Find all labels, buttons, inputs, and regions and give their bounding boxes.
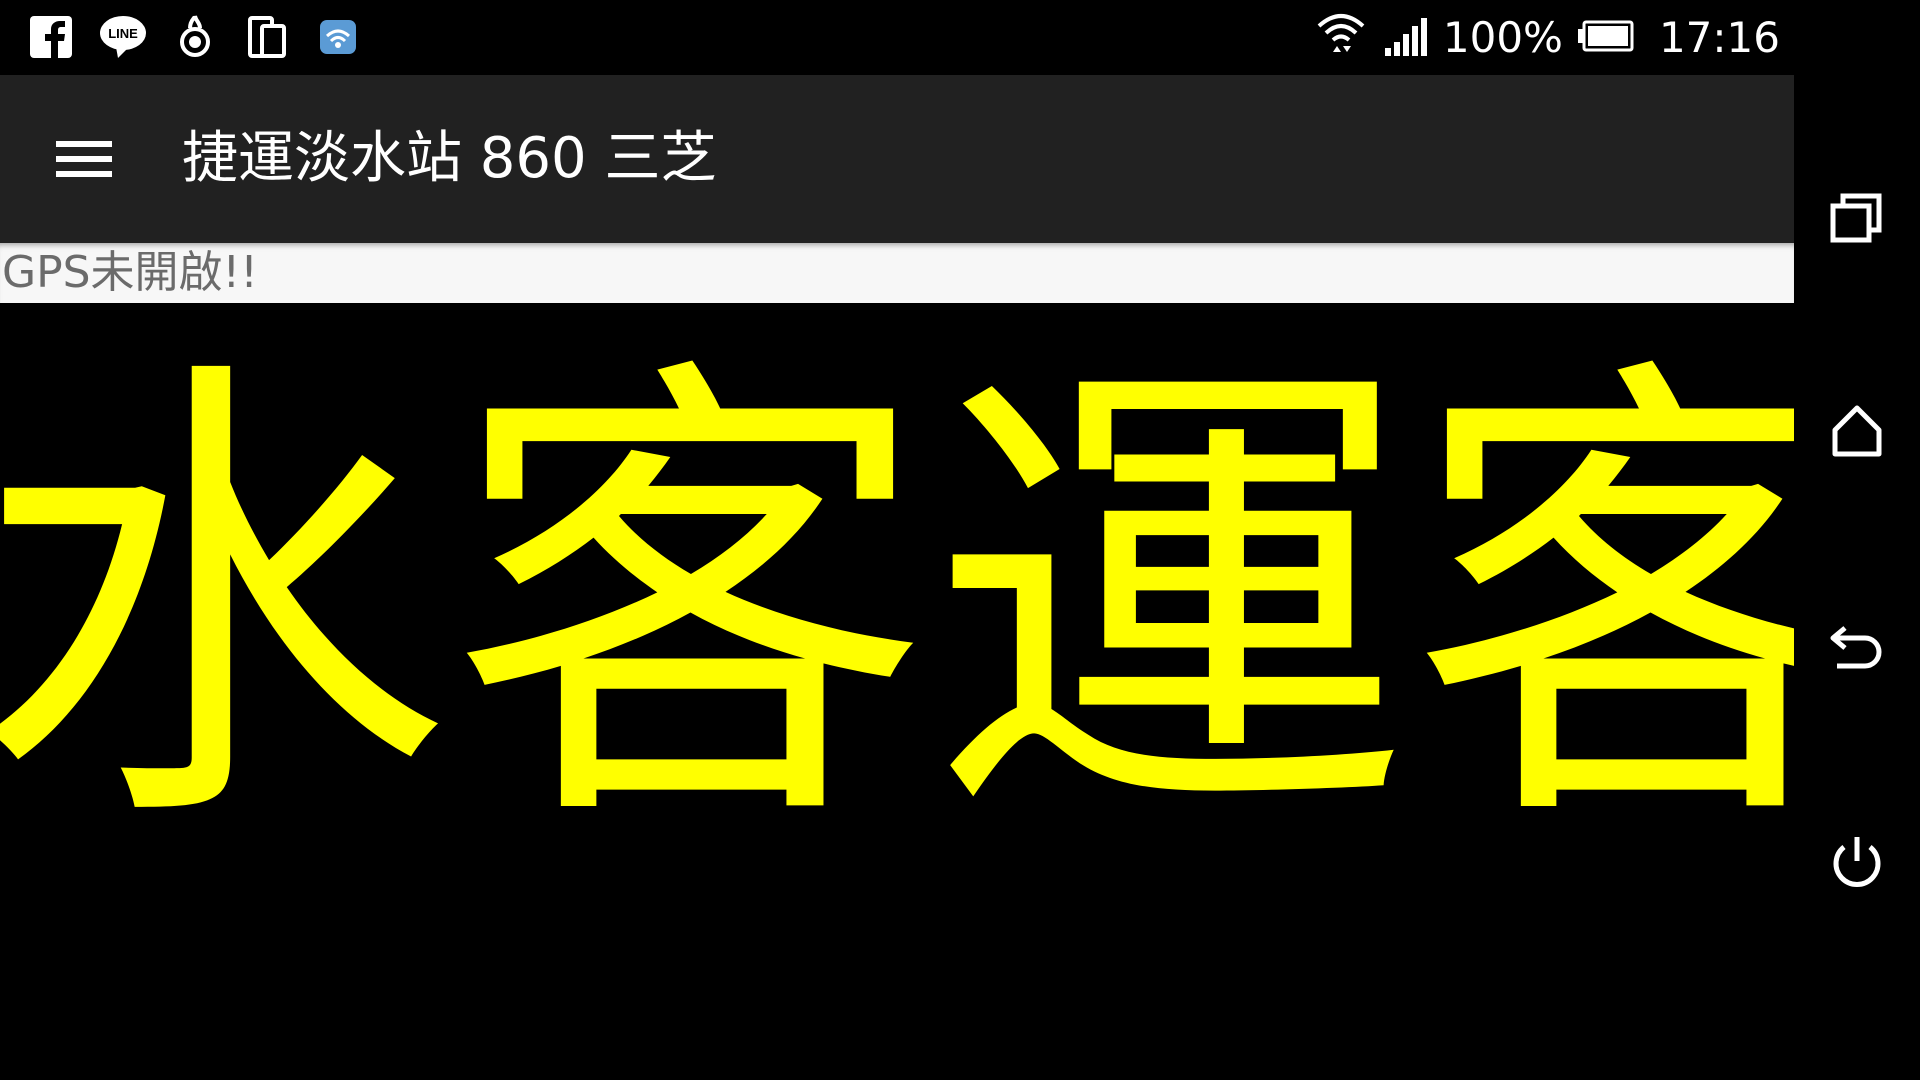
app-bar: 捷運淡水站 860 三芝 bbox=[0, 75, 1794, 243]
gps-status-bar: GPS未開啟!! bbox=[0, 243, 1794, 303]
device-icon bbox=[244, 14, 290, 60]
facebook-icon bbox=[28, 14, 74, 60]
battery-percent: 100% bbox=[1442, 13, 1563, 62]
phone-screen: LINE 100% 17:16 捷運淡水站 860 三芝 GPS未開啟!! 水客… bbox=[0, 0, 1920, 1080]
marquee-display: 水客運客 bbox=[0, 303, 1794, 1080]
recent-apps-button[interactable] bbox=[1821, 180, 1893, 252]
status-bar: LINE 100% 17:16 bbox=[0, 0, 1794, 75]
clock: 17:16 bbox=[1658, 13, 1780, 62]
menu-button[interactable] bbox=[30, 115, 138, 203]
page-title: 捷運淡水站 860 三芝 bbox=[182, 126, 717, 191]
status-bar-right: 100% 17:16 bbox=[1315, 0, 1780, 75]
cell-signal-icon bbox=[1381, 14, 1429, 62]
line-icon: LINE bbox=[98, 14, 146, 60]
line-icon-label: LINE bbox=[108, 26, 138, 41]
app-notification-icon bbox=[172, 14, 218, 60]
back-icon bbox=[1830, 626, 1882, 669]
marquee-text: 水客運客 bbox=[0, 323, 1794, 882]
home-icon bbox=[1832, 405, 1882, 457]
hamburger-menu-icon bbox=[56, 141, 112, 177]
wifi-signal-icon bbox=[1315, 10, 1367, 66]
battery-icon bbox=[1577, 19, 1635, 57]
power-icon bbox=[1833, 837, 1881, 887]
power-button[interactable] bbox=[1821, 827, 1893, 899]
home-button[interactable] bbox=[1821, 396, 1893, 468]
recent-apps-icon bbox=[1830, 193, 1882, 243]
back-button[interactable] bbox=[1821, 612, 1893, 684]
navigation-bar bbox=[1794, 0, 1920, 1080]
gps-status-text: GPS未開啟!! bbox=[2, 247, 258, 298]
wifi-settings-icon bbox=[316, 14, 362, 60]
